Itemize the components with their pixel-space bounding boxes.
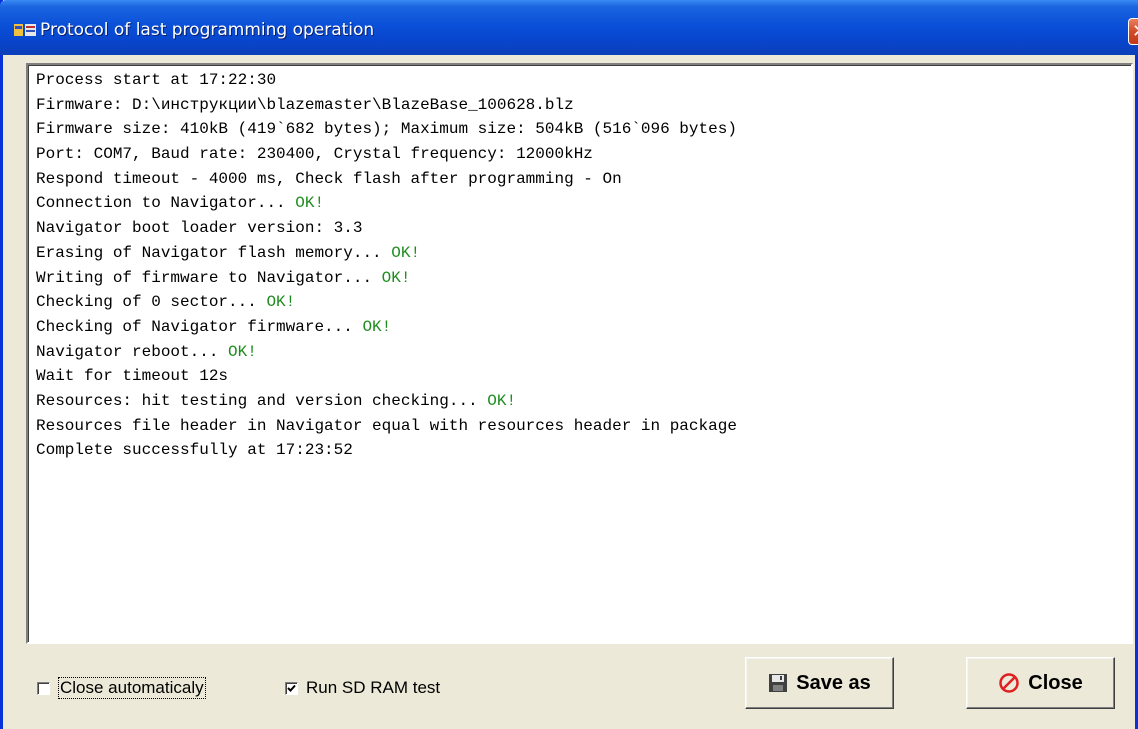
bottom-panel: Close automaticaly Run SD RAM test Save …: [3, 644, 1135, 729]
no-entry-icon: [998, 672, 1020, 694]
log-line-text: Navigator boot loader version: 3.3: [36, 219, 363, 238]
log-line: Process start at 17:22:30: [36, 68, 1131, 93]
log-line-status: OK!: [295, 194, 325, 213]
checkbox-box[interactable]: [37, 681, 50, 695]
log-line-text: Connection to Navigator...: [36, 194, 296, 213]
log-line-text: Navigator reboot...: [36, 342, 229, 361]
log-line-status: OK!: [391, 243, 421, 262]
log-line-status: OK!: [381, 268, 411, 287]
log-line: Resources: hit testing and version check…: [36, 389, 1131, 414]
close-window-button[interactable]: ✕: [1128, 18, 1138, 45]
checkmark-icon: [287, 684, 296, 692]
log-line-status: OK!: [362, 317, 392, 336]
log-line: Resources file header in Navigator equal…: [36, 414, 1131, 439]
close-icon: ✕: [1132, 21, 1138, 42]
log-line: Checking of Navigator firmware... OK!: [36, 315, 1131, 340]
log-line-status: OK!: [487, 391, 517, 410]
log-line-text: Process start at 17:22:30: [36, 71, 277, 89]
protocol-log[interactable]: Process start at 17:22:30 Firmware: D:\ин…: [26, 63, 1133, 644]
app-icon: [14, 24, 36, 36]
close-button[interactable]: Close: [966, 657, 1115, 709]
log-line: Erasing of Navigator flash memory... OK!: [36, 241, 1131, 266]
title-bar[interactable]: Protocol of last programming operation ✕: [0, 0, 1138, 55]
checkbox-box[interactable]: [285, 681, 298, 695]
log-line-text: Writing of firmware to Navigator...: [36, 268, 382, 287]
log-line: Navigator boot loader version: 3.3: [36, 216, 1131, 241]
log-line-text: Wait for timeout 12s: [36, 367, 229, 386]
save-as-label: Save as: [796, 671, 871, 694]
log-line: Firmware: D:\инструкции\blazemaster\Blaz…: [36, 93, 1131, 118]
close-automatically-label: Close automaticaly: [58, 677, 206, 699]
log-line-text: Resources file header in Navigator equal…: [36, 416, 737, 435]
log-line-text: Firmware size: 410kB (419`682 bytes); Ma…: [36, 120, 737, 139]
log-line-status: OK!: [266, 293, 296, 312]
log-line-text: Checking of 0 sector...: [36, 293, 267, 312]
log-line: Complete successfully at 17:23:52: [36, 438, 1131, 463]
run-sd-ram-test-checkbox[interactable]: Run SD RAM test: [285, 678, 440, 698]
log-line-status: OK!: [228, 342, 257, 361]
log-line-text: Resources: hit testing and version check…: [36, 391, 488, 410]
log-line-text: Respond timeout - 4000 ms, Check flash a…: [36, 169, 622, 188]
log-line-text: Erasing of Navigator flash memory...: [36, 243, 392, 262]
log-line: Firmware size: 410kB (419`682 bytes); Ma…: [36, 117, 1131, 142]
log-line-text: Checking of Navigator firmware...: [36, 317, 363, 336]
window-title: Protocol of last programming operation: [40, 20, 375, 40]
log-line: Navigator reboot... OK!: [36, 340, 1131, 365]
log-line-text: Firmware: D:\инструкции\blazemaster\Blaz…: [36, 95, 574, 114]
run-sd-ram-test-label: Run SD RAM test: [306, 678, 441, 697]
floppy-disk-icon: [768, 673, 788, 693]
close-label: Close: [1028, 671, 1083, 694]
log-line: Wait for timeout 12s: [36, 364, 1131, 389]
log-line-text: Complete successfully at 17:23:52: [36, 441, 353, 460]
log-line: Connection to Navigator... OK!: [36, 191, 1131, 216]
log-line: Writing of firmware to Navigator... OK!: [36, 266, 1131, 291]
log-line: Port: COM7, Baud rate: 230400, Crystal f…: [36, 142, 1131, 167]
log-line-text: Port: COM7, Baud rate: 230400, Crystal f…: [36, 145, 593, 164]
log-line: Respond timeout - 4000 ms, Check flash a…: [36, 167, 1131, 192]
protocol-window: Protocol of last programming operation ✕…: [0, 0, 1138, 729]
close-automatically-checkbox[interactable]: Close automaticaly: [37, 677, 206, 699]
log-line: Checking of 0 sector... OK!: [36, 290, 1131, 315]
save-as-button[interactable]: Save as: [745, 657, 894, 709]
